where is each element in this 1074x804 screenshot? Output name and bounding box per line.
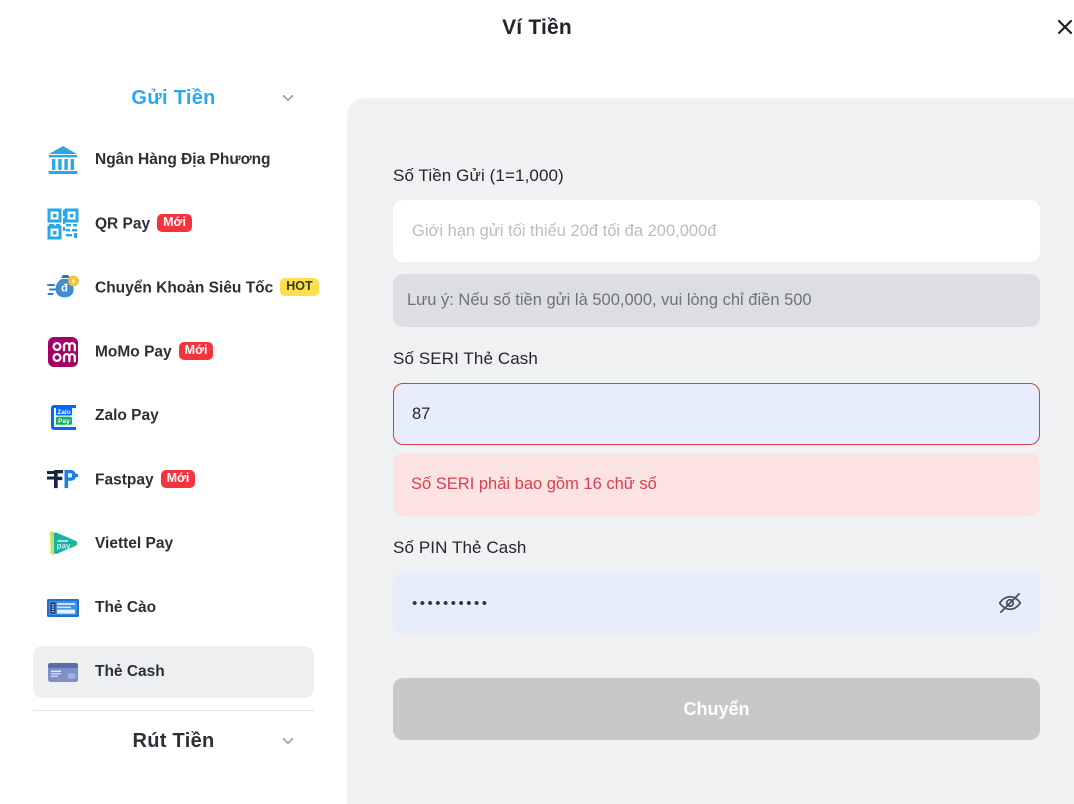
label-text: Chuyển Khoản Siêu Tốc xyxy=(95,279,274,297)
seri-label: Số SERI Thẻ Cash xyxy=(393,349,538,368)
status-badge: Mới xyxy=(178,341,214,361)
sidebar-item-scratch-card[interactable]: Thẻ Cào xyxy=(33,582,314,634)
page-title: Ví Tiền xyxy=(502,16,572,39)
deposit-panel: Số Tiền Gửi (1=1,000) Giới hạn gửi tối t… xyxy=(347,98,1074,804)
label-text: Ngân Hàng Địa Phương xyxy=(95,151,271,168)
label-text: Thẻ Cào xyxy=(95,599,157,616)
svg-text:Pay: Pay xyxy=(58,418,70,425)
sidebar-section-deposit[interactable]: Gửi Tiền xyxy=(0,62,347,134)
seri-error-message: Số SERI phải bao gồm 16 chữ số xyxy=(393,453,1040,516)
money-bag-fast-icon: đ xyxy=(45,270,81,306)
sidebar-item-label: Thẻ Cào xyxy=(95,599,156,617)
sidebar-item-label: Fastpay Mới xyxy=(95,469,196,489)
svg-text:pay: pay xyxy=(56,542,71,551)
label-text: Fastpay xyxy=(95,471,154,489)
wallet-modal: Ví Tiền Gửi Tiền Ngân Hàng Địa Phương QR… xyxy=(0,0,1074,804)
sidebar-item-label: Zalo Pay xyxy=(95,407,159,425)
sidebar-item-momo-pay[interactable]: MoMo Pay Mới xyxy=(33,326,314,378)
sidebar: Gửi Tiền Ngân Hàng Địa Phương QR Pay Mới… xyxy=(0,62,347,804)
label-text: MoMo Pay xyxy=(95,343,172,361)
cash-card-deposit-form: Số Tiền Gửi (1=1,000) Giới hạn gửi tối t… xyxy=(393,166,1040,740)
eye-off-icon[interactable] xyxy=(997,590,1023,616)
sidebar-item-label: Ngân Hàng Địa Phương xyxy=(95,151,271,169)
scratch-card-icon xyxy=(45,590,81,626)
sidebar-item-express-transfer[interactable]: đ Chuyển Khoản Siêu Tốc HOT xyxy=(33,262,319,314)
amount-placeholder: Giới hạn gửi tối thiểu 20đ tối đa 200,00… xyxy=(412,221,717,240)
label-text: Zalo Pay xyxy=(95,407,159,424)
sidebar-item-label: Viettel Pay xyxy=(95,535,173,553)
sidebar-item-local-bank[interactable]: Ngân Hàng Địa Phương xyxy=(33,134,314,186)
submit-button[interactable]: Chuyển xyxy=(393,678,1040,740)
amount-input[interactable]: Giới hạn gửi tối thiểu 20đ tối đa 200,00… xyxy=(393,200,1040,262)
pin-masked-value: •••••••••• xyxy=(412,594,490,612)
qr-code-icon xyxy=(45,206,81,242)
chevron-down-icon xyxy=(279,732,297,750)
viettelpay-logo-icon: pay xyxy=(45,526,81,562)
pin-label: Số PIN Thẻ Cash xyxy=(393,538,527,557)
sidebar-item-label: Thẻ Cash xyxy=(95,663,165,681)
status-badge: HOT xyxy=(280,277,319,297)
fastpay-logo-icon xyxy=(45,462,81,498)
sidebar-section-deposit-label: Gửi Tiền xyxy=(131,86,216,109)
svg-text:đ: đ xyxy=(61,283,68,295)
payment-method-list: Ngân Hàng Địa Phương QR Pay Mới đ Chuyển… xyxy=(0,134,347,698)
svg-text:Zalo: Zalo xyxy=(57,409,71,416)
amount-note: Lưu ý: Nếu số tiền gửi là 500,000, vui l… xyxy=(393,274,1040,327)
status-badge: Mới xyxy=(157,213,192,233)
pin-input[interactable]: •••••••••• xyxy=(393,572,1040,634)
sidebar-item-fastpay[interactable]: Fastpay Mới xyxy=(33,454,314,506)
label-text: Thẻ Cash xyxy=(95,663,165,680)
momo-logo-icon xyxy=(45,334,81,370)
chevron-down-icon xyxy=(279,89,297,107)
seri-input[interactable]: 87 xyxy=(393,383,1040,445)
label-text: Viettel Pay xyxy=(95,535,174,552)
seri-value: 87 xyxy=(412,404,431,423)
sidebar-item-qr-pay[interactable]: QR Pay Mới xyxy=(33,198,314,250)
modal-header: Ví Tiền xyxy=(0,0,1074,62)
label-text: QR Pay xyxy=(95,215,151,233)
sidebar-item-label: Chuyển Khoản Siêu Tốc HOT xyxy=(95,277,319,297)
sidebar-item-viettel-pay[interactable]: pay Viettel Pay xyxy=(33,518,314,570)
sidebar-item-label: QR Pay Mới xyxy=(95,213,192,233)
sidebar-item-zalo-pay[interactable]: Zalo Pay Zalo Pay xyxy=(33,390,314,442)
status-badge: Mới xyxy=(160,469,196,489)
bank-icon xyxy=(45,142,81,178)
close-icon[interactable] xyxy=(1050,12,1074,42)
sidebar-item-cash-card[interactable]: Thẻ Cash xyxy=(33,646,314,698)
sidebar-section-withdraw-label: Rút Tiền xyxy=(132,729,215,752)
amount-label: Số Tiền Gửi (1=1,000) xyxy=(393,166,564,185)
sidebar-item-label: MoMo Pay Mới xyxy=(95,341,214,361)
sidebar-section-withdraw[interactable]: Rút Tiền xyxy=(0,711,347,771)
zalopay-logo-icon: Zalo Pay xyxy=(45,398,81,434)
credit-card-icon xyxy=(45,654,81,690)
